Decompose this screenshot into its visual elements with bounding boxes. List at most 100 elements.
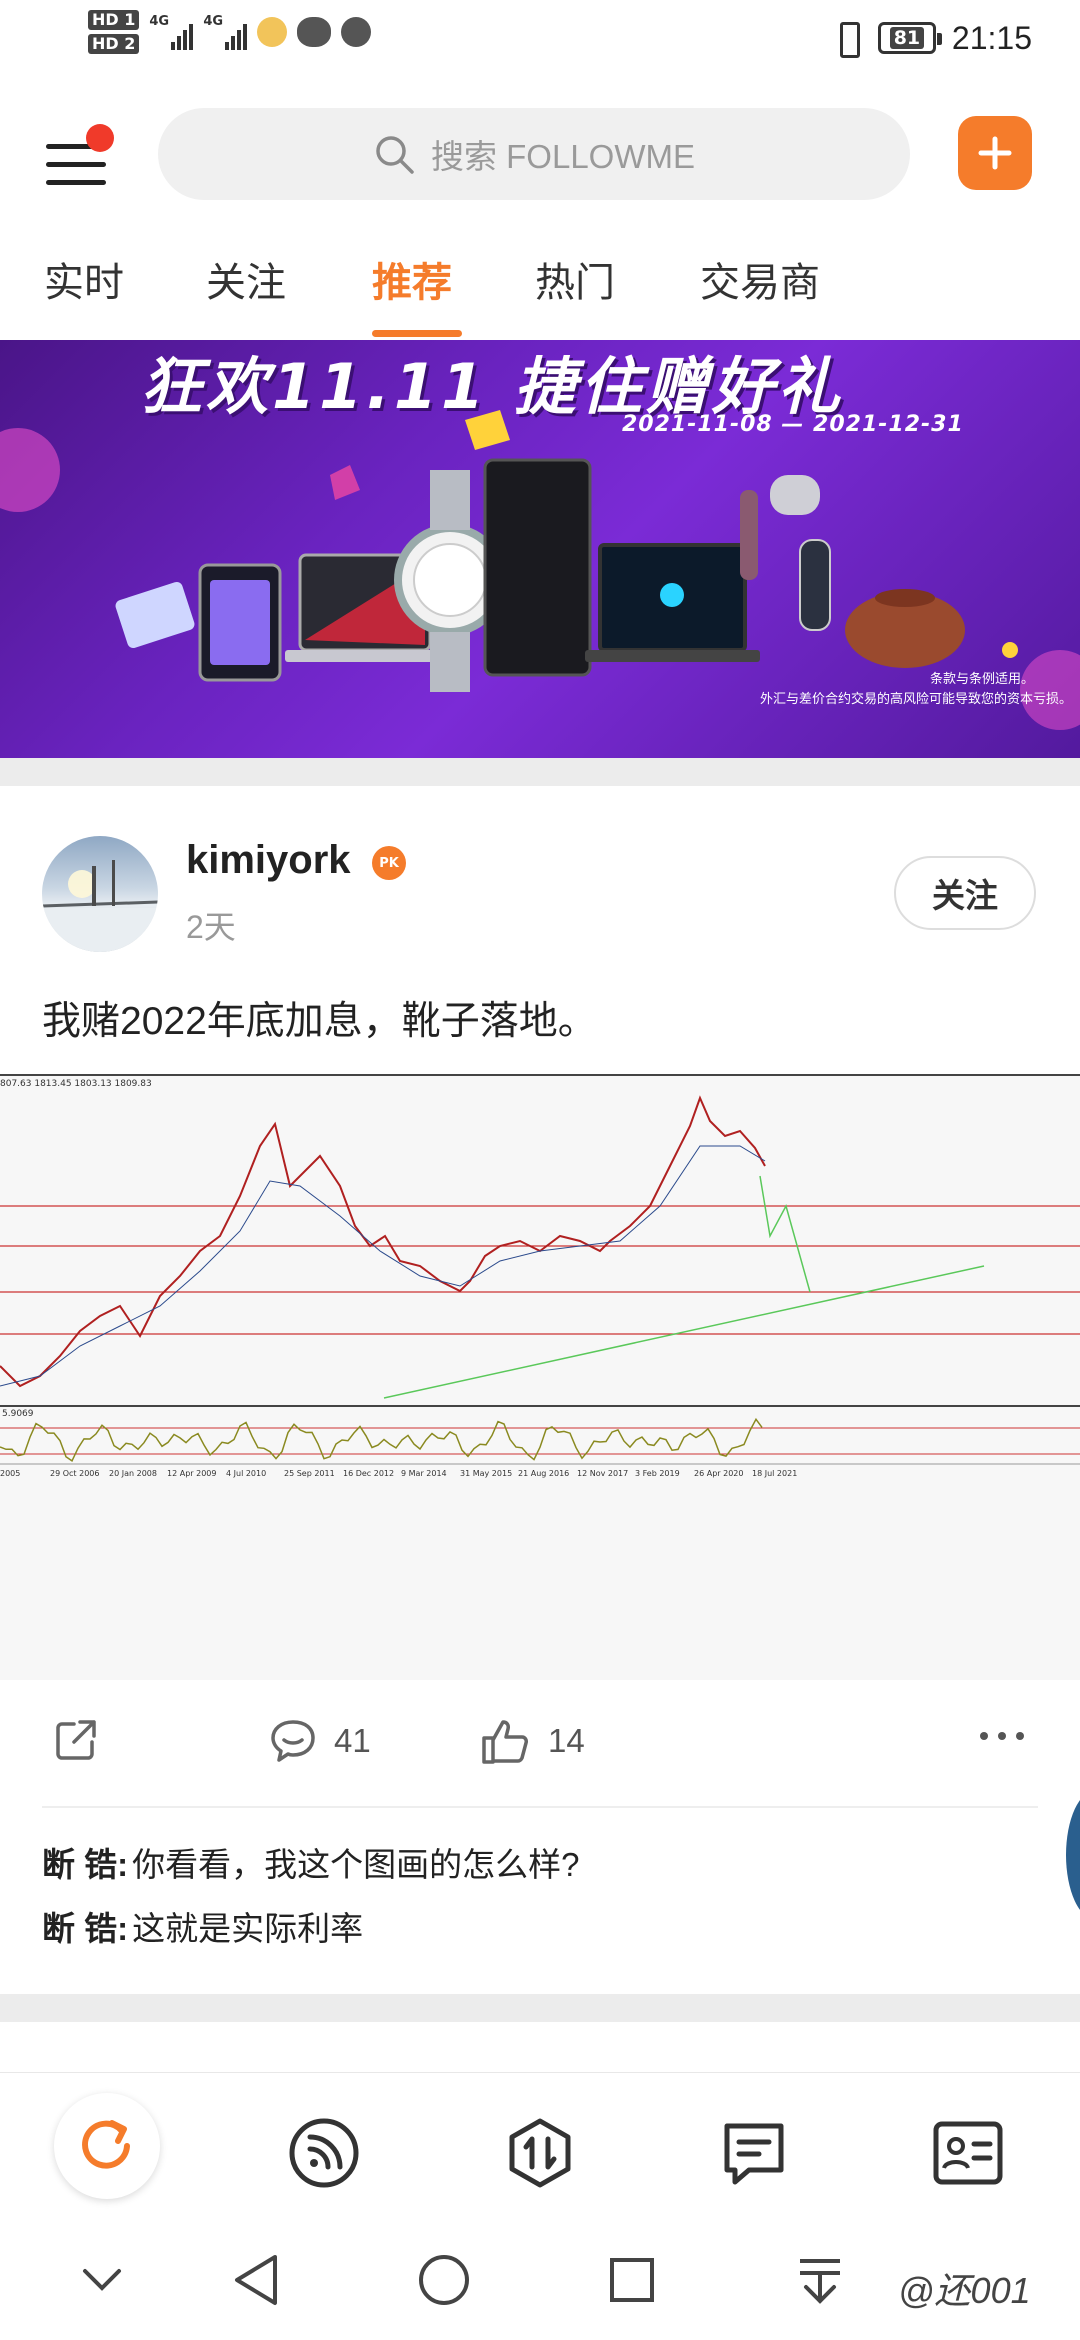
like-button[interactable]: 14: [480, 1716, 585, 1766]
comment-icon: [271, 1720, 315, 1762]
watermark: @还001: [898, 2270, 1031, 2311]
search-icon: [376, 136, 414, 174]
banner-risk-note: 外汇与差价合约交易的高风险可能导致您的资本亏损。: [760, 692, 1073, 707]
post-text: 我赌2022年底加息，靴子落地。: [42, 1000, 597, 1043]
comment-count: 41: [334, 1722, 371, 1759]
profile-card-icon: [933, 2121, 1003, 2185]
refresh-button[interactable]: [54, 2093, 160, 2199]
feed-tabs: 实时 关注 推荐 热门 交易商: [0, 250, 1080, 340]
rss-icon: [289, 2118, 359, 2188]
comment-button[interactable]: 41: [268, 1716, 371, 1766]
comment-author: 断 锆:: [42, 1846, 129, 1883]
nav-profile-button[interactable]: [928, 2113, 1008, 2193]
tab-brokers[interactable]: 交易商: [700, 250, 820, 308]
price-series: [0, 1095, 766, 1388]
status-right: 81 21:15: [832, 18, 1032, 58]
osc-label: 5.9069: [2, 1409, 34, 1419]
more-options-icon[interactable]: [980, 1732, 1024, 1740]
promo-banner[interactable]: 狂欢11.11 捷住赠好礼 2021-11-08 — 2021-12-31 条款…: [0, 340, 1080, 758]
active-tab-indicator: [372, 330, 462, 337]
status-bar: HD 1 HD 2 4G 4G 81 21:15: [0, 0, 1080, 84]
bottom-navigation: [0, 2072, 1080, 2222]
date-tick-label: 4 Jul 2010: [226, 1469, 266, 1478]
home-circle-icon: [419, 2255, 469, 2305]
price-chart: 807.63 1813.45 1803.13 1809.83 5.9069 20…: [0, 1079, 1080, 1478]
user-avatar[interactable]: [42, 836, 158, 952]
moving-average: [0, 1145, 766, 1387]
recents-square-icon: [610, 2258, 654, 2302]
date-tick-label: 20 Jan 2008: [109, 1469, 157, 1478]
plus-icon: [978, 136, 1012, 170]
comment-1[interactable]: 断 锆: 你看看，我这个图画的怎么样?: [42, 1838, 580, 1886]
collapse-button[interactable]: [72, 2250, 132, 2310]
comment-text: 这就是实际利率: [132, 1910, 364, 1947]
actions-divider: [42, 1806, 1038, 1808]
chart-date-axis: 2005 29 Oct 2006 20 Jan 2008 12 Apr 2009 4 J…: [0, 1469, 797, 1478]
like-count: 14: [548, 1722, 585, 1759]
section-divider: [0, 758, 1080, 786]
trade-arrows-icon: [509, 2118, 571, 2188]
refresh-icon: [82, 2120, 130, 2169]
vibrate-icon: [832, 18, 862, 58]
sim2-label: HD 2: [88, 34, 140, 54]
pk-badge-icon: PK: [372, 846, 406, 880]
tab-realtime[interactable]: 实时: [44, 250, 124, 308]
post-chart-image[interactable]: 807.63 1813.45 1803.13 1809.83 5.9069 20…: [0, 1074, 1080, 1680]
oscillator-series: [0, 1417, 763, 1463]
date-tick-label: 18 Jul 2021: [752, 1469, 797, 1478]
trend-line: [383, 1265, 985, 1399]
date-tick-label: 16 Dec 2012: [343, 1469, 394, 1478]
nav-messages-button[interactable]: [714, 2113, 794, 2193]
menu-button[interactable]: [46, 124, 116, 186]
sim1-label: HD 1: [88, 10, 140, 30]
tab-recommended[interactable]: 推荐: [372, 250, 452, 308]
system-navigation: @还001: [0, 2222, 1080, 2340]
follow-button[interactable]: 关注: [894, 856, 1036, 930]
status-left: HD 1 HD 2 4G 4G: [88, 10, 372, 54]
back-button[interactable]: [226, 2250, 286, 2310]
search-bar[interactable]: 搜索 FOLLOWME: [158, 108, 910, 200]
tab-hot[interactable]: 热门: [535, 250, 615, 308]
create-post-button[interactable]: [958, 116, 1032, 190]
nav-trade-button[interactable]: [500, 2113, 580, 2193]
nav-feed-button[interactable]: [284, 2113, 364, 2193]
share-button[interactable]: [52, 1716, 100, 1764]
date-tick-label: 12 Apr 2009: [167, 1469, 216, 1478]
signal-icon: 4G: [149, 14, 194, 50]
banner-terms-note: 条款与条例适用。: [930, 672, 1035, 687]
post-username[interactable]: kimiyork: [186, 838, 351, 883]
date-tick-label: 25 Sep 2011: [284, 1469, 335, 1478]
thumbs-up-icon: [482, 1720, 528, 1764]
signal-icon-2: 4G: [203, 14, 248, 50]
date-tick-label: 2005: [0, 1469, 20, 1478]
clock: 21:15: [951, 19, 1032, 56]
recents-button[interactable]: [602, 2250, 662, 2310]
browser-icon: [341, 17, 372, 47]
forecast-path: [759, 1175, 811, 1293]
chevron-down-icon: [83, 2269, 121, 2291]
date-tick-label: 21 Aug 2016: [518, 1469, 569, 1478]
back-triangle-icon: [235, 2255, 277, 2305]
wechat-icon: [297, 17, 332, 47]
comment-text: 你看看，我这个图画的怎么样?: [132, 1846, 580, 1883]
comment-2[interactable]: 断 锆: 这就是实际利率: [42, 1902, 363, 1950]
avatar-image: [42, 860, 158, 952]
post-actions: 41 14: [0, 1706, 1080, 1786]
date-tick-label: 26 Apr 2020: [694, 1469, 743, 1478]
post-time: 2天: [186, 909, 236, 945]
message-icon: [724, 2123, 784, 2185]
date-tick-label: 12 Nov 2017: [577, 1469, 628, 1478]
chart-header-text: 807.63 1813.45 1803.13 1809.83: [0, 1079, 152, 1089]
floating-action-button[interactable]: [1066, 1790, 1080, 1920]
notification-pull-button[interactable]: [790, 2250, 850, 2310]
date-tick-label: 31 May 2015: [460, 1469, 512, 1478]
app-header: 搜索 FOLLOWME: [0, 100, 1080, 210]
search-placeholder: 搜索 FOLLOWME: [430, 138, 696, 175]
home-button[interactable]: [414, 2250, 474, 2310]
notification-dot: [86, 124, 114, 152]
share-icon: [56, 1720, 96, 1760]
date-tick-label: 9 Mar 2014: [401, 1469, 447, 1478]
date-tick-label: 3 Feb 2019: [635, 1469, 680, 1478]
tab-following[interactable]: 关注: [206, 250, 286, 308]
date-tick-label: 29 Oct 2006: [50, 1469, 99, 1478]
